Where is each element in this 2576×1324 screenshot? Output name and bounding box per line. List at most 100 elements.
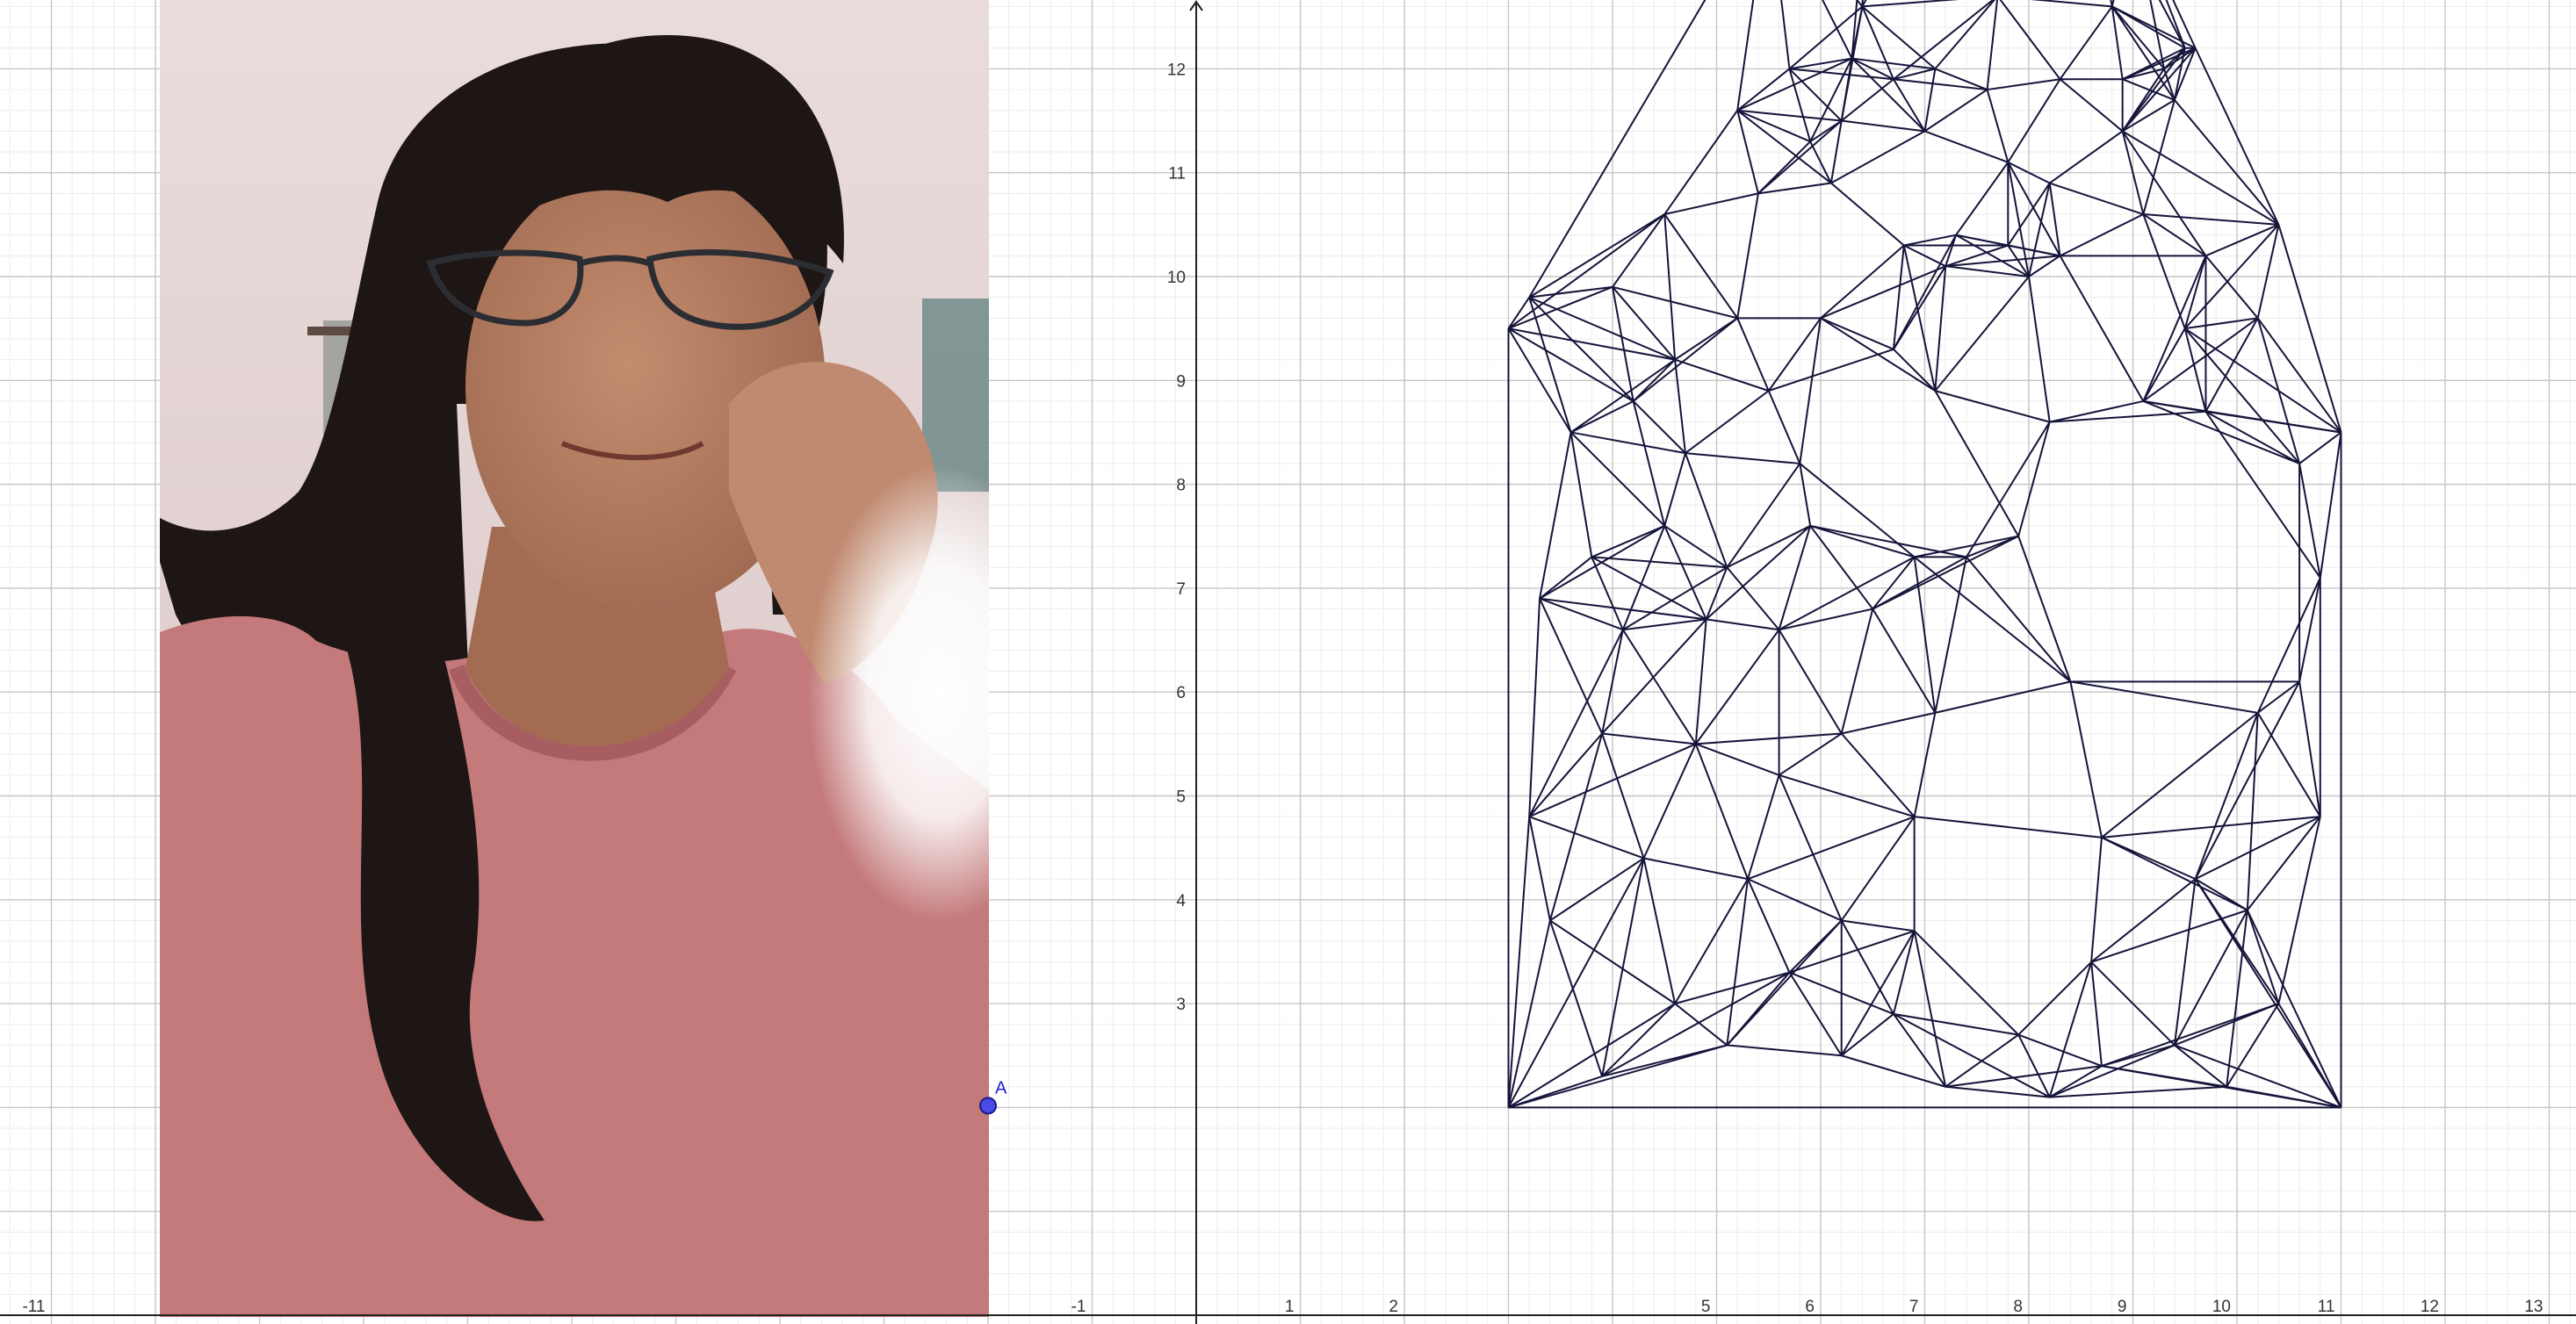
y-tick-label: 9 [1176,372,1186,391]
mesh-edge [1986,89,2010,163]
mesh-edge [1966,556,2072,683]
mesh-edge [1841,1013,1894,1057]
mesh-edge [1674,359,1686,454]
mesh-edge [1822,0,1853,60]
mesh-edge [2204,317,2259,413]
point-a-label: A [995,1078,1007,1097]
mesh-edge [2142,400,2300,464]
mesh-edge [1685,452,1728,568]
point-a-dot[interactable] [979,1097,997,1115]
mesh-edge [2174,99,2280,226]
mesh-edge [1612,286,1676,361]
mesh-edge [2007,78,2061,163]
mesh-edge [1820,317,1894,350]
mesh-edge [1799,318,1822,464]
mesh-edge [1830,130,1925,184]
mesh-edge [2049,1085,2227,1098]
mesh-edge [2030,0,2112,8]
mesh-edge [1841,1054,1946,1088]
x-tick-label: 12 [2421,1298,2439,1316]
mesh-edge [1663,213,1677,360]
mesh-edge [1862,0,1959,8]
x-tick-label: 11 [2318,1298,2335,1316]
mesh-edge [1736,109,1811,143]
mesh-edge [1934,557,1967,714]
mesh-edge [1789,930,1915,974]
mesh-edge [2256,224,2280,319]
mesh-edge [2246,910,2280,1004]
mesh-edge [1591,557,1624,630]
mesh-edge [2204,411,2321,579]
mesh-edge [1694,619,1707,745]
mesh-edge [1528,816,1551,921]
x-tick-label: 6 [1805,1298,1815,1316]
y-tick-label: 6 [1176,684,1186,702]
mesh-edge [1736,57,1852,112]
portrait-photo[interactable] [160,0,1072,1317]
mesh-edge [1768,348,1894,392]
mesh-edge [1726,463,1801,568]
mesh-edge [2204,255,2259,319]
mesh-edge [1570,358,1676,434]
mesh-edge [2111,5,2176,101]
mesh-edge [1893,349,1937,392]
mesh-edge [1747,774,1780,880]
mesh-edge [1872,556,1916,610]
mesh-edge [1695,732,1842,745]
x-tick-label: 5 [1701,1298,1711,1316]
x-tick-label: 8 [2013,1298,2023,1316]
mesh-edge [1747,878,1791,974]
mesh-edge [1840,919,1894,1015]
mesh-edge [1664,192,1759,215]
photo-glare [808,465,989,922]
x-tick-label: 7 [1909,1298,1919,1316]
mesh-edge [2070,680,2258,714]
y-tick-label: 4 [1176,892,1186,910]
mesh-edge [1841,919,1915,932]
mesh-edge [1663,110,1739,215]
mesh-edge [1903,234,1957,247]
mesh-edge [2246,712,2259,910]
mesh-edge [2142,213,2186,329]
mesh-edge [2049,182,2144,215]
mesh-edge [1674,358,1770,392]
mesh-edge [1986,0,1998,90]
mesh-edge [1934,266,1947,392]
mesh-edge [2298,463,2321,579]
mesh-edge [1570,400,1634,434]
mesh-edge [2142,327,2186,402]
mesh-edge [1528,0,1707,299]
mesh-edge [2101,816,2320,838]
mesh-edge [1840,6,1864,121]
mesh-edge [1779,556,1916,631]
mesh-edge [1507,213,1665,329]
x-tick-label: 13 [2524,1298,2543,1316]
mesh-edge [2101,1044,2176,1068]
y-tick-label: 8 [1176,477,1186,495]
mesh-edge [1736,0,1755,111]
mesh-edge [2028,276,2051,422]
mesh-edge [1934,276,2030,392]
mesh-edge [1935,390,2050,423]
mesh-edge [1841,78,1894,122]
geometry-graphics-view[interactable]: -11-1125678910111213 34567891011121314 A [0,0,2576,1324]
mesh-edge [1851,57,1936,70]
mesh-edge [1548,920,1604,1077]
x-tick-label: -1 [1072,1298,1086,1316]
mesh-edge [2017,421,2051,537]
mesh-edge [1923,68,1937,132]
mesh-edge [1601,1044,1728,1077]
mesh-edge [1799,463,1812,527]
mesh-edge [1528,629,1624,817]
mesh-edge [1809,524,1967,558]
mesh-edge [1778,629,1843,735]
x-tick-label: 2 [1389,1298,1398,1316]
mesh-edge [1528,296,1676,361]
mesh-edge [1601,858,1645,1077]
mesh-edge [1622,618,1707,631]
x-tick-label: 9 [2118,1298,2127,1316]
mesh-edge [1528,598,1541,817]
y-tick-label: 12 [1167,61,1186,79]
y-tick-label: 7 [1176,580,1186,599]
mesh-edge [1622,629,1697,745]
